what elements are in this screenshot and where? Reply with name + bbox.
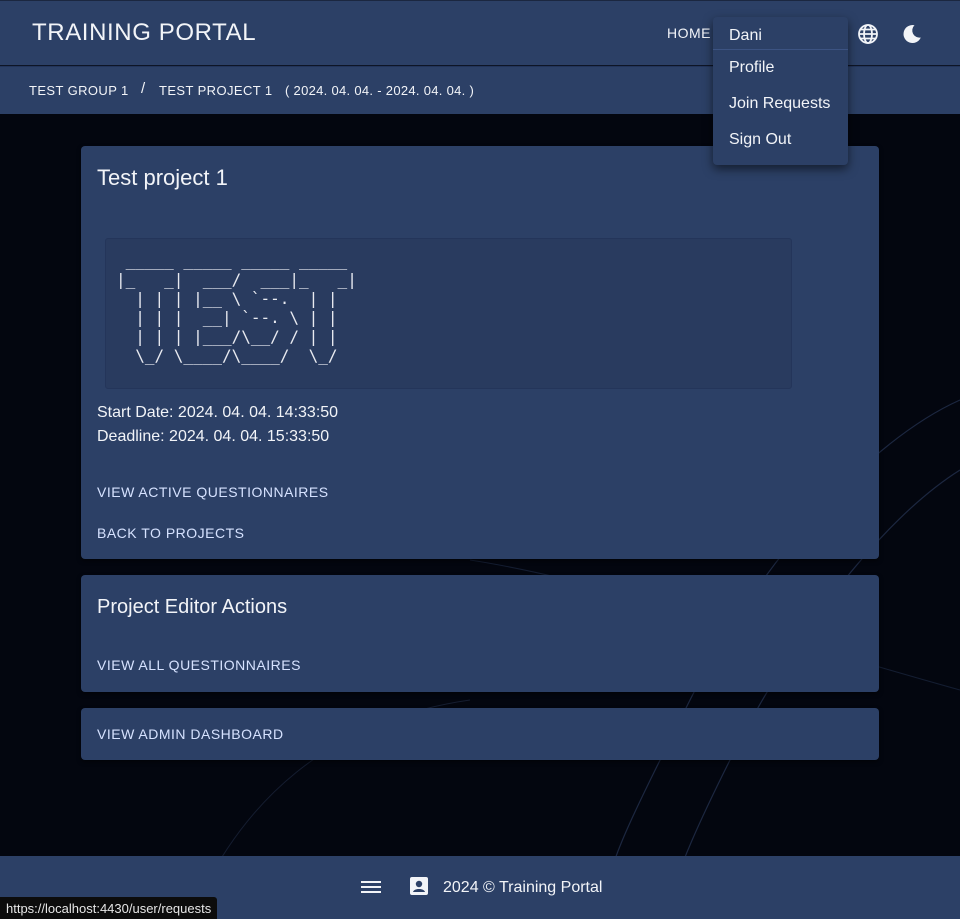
breadcrumb-dates: ( 2024. 04. 04. - 2024. 04. 04. ) [285, 83, 475, 98]
editor-card-title: Project Editor Actions [97, 596, 288, 618]
ascii-art: _____ _____ _____ _____ |_ _| ___/ ___|_… [116, 251, 357, 365]
menu-item-profile[interactable]: Profile [729, 59, 774, 77]
user-menu-dropdown: Dani Profile Join Requests Sign Out [713, 17, 848, 165]
app-title[interactable]: TRAINING PORTAL [32, 19, 256, 47]
back-to-projects-button[interactable]: BACK TO PROJECTS [97, 525, 245, 541]
contact-card-icon[interactable] [408, 875, 430, 897]
breadcrumb-project[interactable]: TEST PROJECT 1 [159, 83, 272, 98]
project-title: Test project 1 [97, 165, 228, 190]
menu-item-sign-out[interactable]: Sign Out [729, 131, 791, 149]
view-all-questionnaires-button[interactable]: VIEW ALL QUESTIONNAIRES [97, 657, 301, 673]
browser-status-url: https://localhost:4430/user/requests [0, 897, 218, 919]
user-menu-header: Dani [713, 17, 848, 50]
start-date: Start Date: 2024. 04. 04. 14:33:50 [97, 404, 339, 421]
username: Dani [729, 27, 762, 44]
ascii-art-box: _____ _____ _____ _____ |_ _| ___/ ___|_… [105, 238, 792, 389]
admin-card: VIEW ADMIN DASHBOARD [81, 708, 879, 760]
nav-home-link[interactable]: HOME [667, 25, 711, 41]
page: TRAINING PORTAL HOME TEST GROUP 1 / TEST… [0, 0, 960, 919]
menu-item-join-requests[interactable]: Join Requests [729, 95, 830, 113]
deadline: Deadline: 2024. 04. 04. 15:33:50 [97, 428, 330, 445]
globe-icon[interactable] [856, 22, 880, 46]
breadcrumb-separator: / [141, 80, 146, 97]
project-editor-card: Project Editor Actions VIEW ALL QUESTION… [81, 575, 879, 692]
view-admin-dashboard-button[interactable]: VIEW ADMIN DASHBOARD [97, 726, 284, 742]
footer-copyright: 2024 © Training Portal [443, 879, 603, 896]
menu-icon[interactable] [360, 876, 382, 898]
view-active-questionnaires-button[interactable]: VIEW ACTIVE QUESTIONNAIRES [97, 484, 329, 500]
moon-icon[interactable] [900, 22, 924, 46]
project-card: Test project 1 _____ _____ _____ _____ |… [81, 146, 879, 559]
breadcrumb-group[interactable]: TEST GROUP 1 [29, 83, 129, 98]
